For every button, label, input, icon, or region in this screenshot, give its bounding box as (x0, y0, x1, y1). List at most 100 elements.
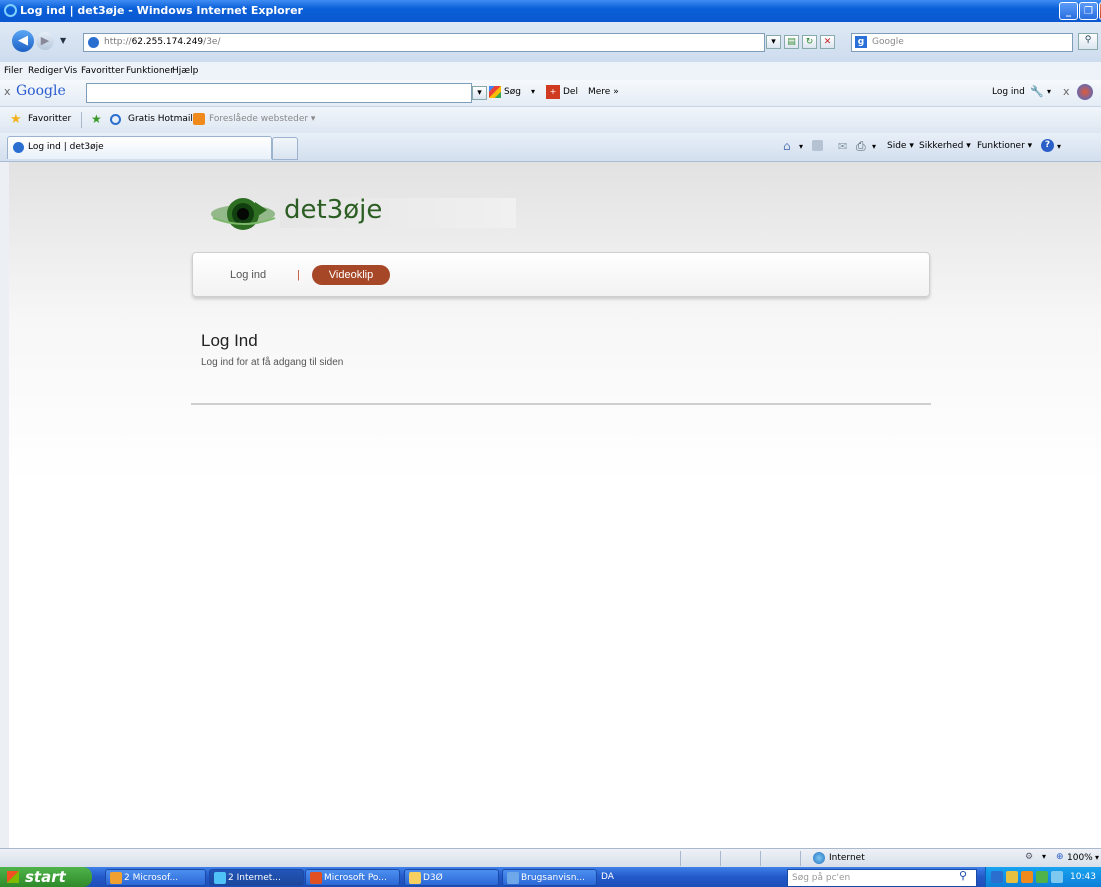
menu-tools[interactable]: Funktioner (126, 66, 174, 76)
status-bar: Internet ⚙ ▾ ⊕ 100% ▾ (0, 848, 1101, 868)
favorites-link-hotmail[interactable]: Gratis Hotmail (128, 114, 193, 124)
stop-icon[interactable]: ✕ (820, 35, 835, 49)
favorites-button[interactable]: Favoritter (28, 114, 71, 124)
translate-icon[interactable] (1077, 84, 1093, 100)
mail-icon[interactable]: ✉ (838, 140, 847, 153)
zoom-dropdown-icon[interactable]: ▾ (1095, 853, 1099, 862)
site-eye-logo-icon (211, 198, 276, 230)
search-go-button[interactable]: ⚲ (1078, 33, 1098, 50)
document-icon (507, 872, 519, 884)
taskbar-item-brugsanvisning[interactable]: Brugsanvisn... (502, 869, 597, 886)
start-label: start (25, 868, 66, 886)
clock: 10:43 (1070, 872, 1096, 882)
window-title: Log ind | det3øje - Windows Internet Exp… (20, 4, 303, 17)
content-divider (191, 403, 931, 405)
page-menu-button[interactable]: Side ▾ (887, 141, 914, 151)
safety-menu-button[interactable]: Sikkerhed ▾ (919, 141, 971, 151)
favorites-bar: ★ Favoritter ★ Gratis Hotmail Foreslåede… (0, 107, 1101, 133)
windows-flag-icon (7, 871, 19, 883)
print-icon[interactable]: ⎙ (856, 139, 866, 154)
menu-view[interactable]: Vis (64, 66, 77, 76)
tray-network-icon[interactable] (991, 871, 1003, 883)
taskbar-item-label: 2 Microsof... (124, 873, 179, 883)
taskbar-item-label: Microsoft Po... (324, 873, 387, 883)
page-subtitle: Log ind for at få adgang til siden (201, 357, 344, 368)
title-bar: Log ind | det3øje - Windows Internet Exp… (0, 0, 1101, 22)
nav-login-link[interactable]: Log ind (230, 269, 266, 281)
page-icon (88, 37, 99, 48)
forward-button[interactable]: ▶ (36, 32, 54, 50)
maximize-button[interactable]: ❐ (1079, 2, 1098, 20)
share-button[interactable]: Del (563, 87, 578, 97)
tray-status-icon[interactable] (1036, 871, 1048, 883)
zoom-level[interactable]: 100% (1067, 853, 1093, 863)
menu-bar: Filer Rediger Vis Favoritter Funktioner … (0, 62, 1101, 80)
google-login-link[interactable]: Log ind (992, 87, 1025, 97)
desktop-search-placeholder: Søg på pc'en (792, 873, 851, 883)
add-favorite-icon[interactable]: ★ (91, 112, 102, 126)
settings-dropdown-icon[interactable]: ▾ (1047, 87, 1051, 96)
compatibility-view-icon[interactable]: ▤ (784, 35, 799, 49)
menu-edit[interactable]: Rediger (28, 66, 63, 76)
taskbar-item-microsoft-office[interactable]: 2 Microsof... (105, 869, 206, 886)
start-button[interactable]: start (0, 867, 92, 887)
history-dropdown-icon[interactable]: ▼ (60, 36, 66, 45)
site-logo-text: det3øje (284, 195, 383, 225)
protected-mode-dropdown-icon[interactable]: ▾ (1042, 852, 1046, 861)
taskbar-item-label: 2 Internet... (228, 873, 281, 883)
home-icon[interactable]: ⌂ (783, 139, 791, 153)
powerpoint-icon (310, 872, 322, 884)
menu-help[interactable]: Hjælp (172, 66, 198, 76)
tray-messenger-icon[interactable] (1021, 871, 1033, 883)
home-dropdown-icon[interactable]: ▾ (799, 142, 803, 151)
folder-icon (409, 872, 421, 884)
forward-arrow-icon: ▶ (40, 34, 50, 47)
page-header-background (9, 162, 1101, 482)
address-field[interactable]: http://62.255.174.249/3e/ (83, 33, 765, 52)
new-tab-button[interactable] (272, 137, 298, 160)
refresh-icon[interactable]: ↻ (802, 35, 817, 49)
favorites-link-suggested-sites[interactable]: Foreslåede websteder ▾ (209, 114, 315, 124)
taskbar-item-folder-d3o[interactable]: D3Ø (404, 869, 499, 886)
taskbar-item-powerpoint[interactable]: Microsoft Po... (305, 869, 400, 886)
search-dropdown-icon[interactable]: ▾ (531, 87, 535, 96)
back-button[interactable]: ◀ (12, 30, 34, 52)
tab-active[interactable]: Log ind | det3øje (7, 136, 272, 159)
help-dropdown-icon[interactable]: ▾ (1057, 142, 1061, 151)
google-search-provider-icon: g (855, 36, 867, 48)
google-toolbar: x Google ▾ Søg ▾ + Del Mere » Log ind 🔧 … (0, 80, 1101, 107)
language-indicator[interactable]: DA (601, 872, 614, 882)
desktop-search-input[interactable]: Søg på pc'en (787, 869, 977, 887)
google-toolbar-close-right-button[interactable]: x (1063, 85, 1070, 98)
status-divider (760, 851, 761, 866)
wrench-icon[interactable]: 🔧 (1030, 85, 1044, 98)
internet-zone-globe-icon (813, 852, 825, 864)
url-host: 62.255.174.249 (131, 37, 204, 47)
google-search-button[interactable]: Søg (504, 87, 521, 97)
share-icon: + (546, 85, 560, 99)
taskbar-item-internet-explorer[interactable]: 2 Internet... (209, 869, 304, 886)
tools-menu-button[interactable]: Funktioner ▾ (977, 141, 1032, 151)
page-title: Log Ind (201, 331, 258, 350)
protected-mode-icon[interactable]: ⚙ (1025, 852, 1033, 862)
google-search-dropdown-button[interactable]: ▾ (472, 86, 487, 100)
address-dropdown-button[interactable]: ▾ (766, 35, 781, 49)
more-button[interactable]: Mere » (588, 87, 619, 97)
minimize-button[interactable]: _ (1059, 2, 1078, 20)
feeds-icon[interactable] (812, 140, 823, 151)
menu-file[interactable]: Filer (4, 66, 23, 76)
tray-security-icon[interactable] (1006, 871, 1018, 883)
tray-volume-icon[interactable] (1051, 871, 1063, 883)
desktop-search-icon[interactable]: ⚲ (959, 869, 967, 882)
google-toolbar-close-button[interactable]: x (4, 85, 11, 98)
menu-favorites[interactable]: Favoritter (81, 66, 124, 76)
tab-page-icon (13, 142, 24, 153)
status-divider (800, 851, 801, 866)
nav-videoklip-button[interactable]: Videoklip (312, 265, 390, 285)
favorites-star-icon: ★ (10, 112, 22, 127)
search-input[interactable]: g Google (851, 33, 1073, 52)
print-dropdown-icon[interactable]: ▾ (872, 142, 876, 151)
tab-label: Log ind | det3øje (28, 142, 104, 152)
help-icon[interactable]: ? (1041, 139, 1054, 152)
google-toolbar-search-input[interactable] (86, 83, 472, 103)
